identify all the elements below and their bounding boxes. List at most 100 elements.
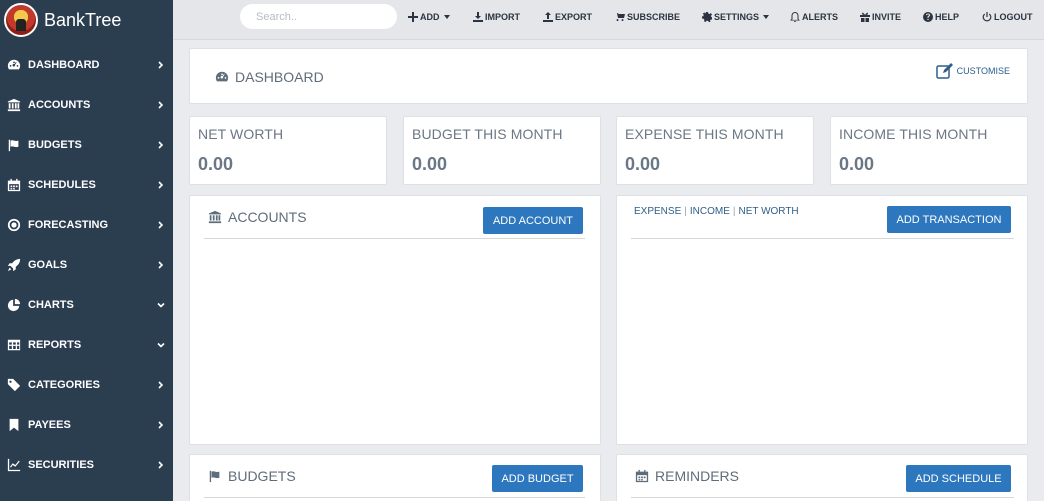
stat-label: NET WORTH xyxy=(198,126,284,142)
sidebar-item-payees[interactable]: PAYEES xyxy=(0,405,173,445)
transaction-tabs: EXPENSE | INCOME | NET WORTH xyxy=(634,206,799,217)
sidebar-item-securities[interactable]: SECURITIES xyxy=(0,445,173,485)
divider xyxy=(204,238,585,239)
invite-label: INVITE xyxy=(872,12,902,22)
sidebar-item-label: FORECASTING xyxy=(28,219,109,231)
banktree-logo-icon xyxy=(4,3,38,37)
customise-button[interactable]: CUSTOMISE xyxy=(935,63,1010,79)
download-icon xyxy=(473,12,483,22)
page-title-text: DASHBOARD xyxy=(235,69,324,85)
sidebar-item-label: CHARTS xyxy=(28,299,74,311)
target-icon xyxy=(6,218,22,232)
add-button[interactable]: ADD xyxy=(408,12,450,22)
divider xyxy=(204,497,585,498)
flag-icon xyxy=(209,470,220,483)
bank-icon xyxy=(6,98,22,112)
sidebar: BankTree DASHBOARD ACCOUNTS BUDGETS SCHE… xyxy=(0,0,173,501)
settings-label: SETTINGS xyxy=(714,12,760,22)
sidebar-item-goals[interactable]: GOALS xyxy=(0,245,173,285)
export-button[interactable]: EXPORT xyxy=(543,12,592,22)
sidebar-item-reports[interactable]: REPORTS xyxy=(0,325,173,365)
sidebar-item-categories[interactable]: CATEGORIES xyxy=(0,365,173,405)
reminders-title-text: REMINDERS xyxy=(655,468,740,484)
sidebar-item-label: SECURITIES xyxy=(28,459,95,471)
sidebar-item-accounts[interactable]: ACCOUNTS xyxy=(0,85,173,125)
stat-card-expense-this-month: EXPENSE THIS MONTH 0.00 xyxy=(616,116,814,185)
rocket-icon xyxy=(6,258,22,272)
subscribe-button[interactable]: SUBSCRIBE xyxy=(615,12,680,22)
invite-button[interactable]: INVITE xyxy=(860,12,901,22)
question-circle-icon xyxy=(923,12,933,22)
settings-button[interactable]: SETTINGS xyxy=(702,12,770,22)
chevron-right-icon xyxy=(149,461,173,469)
sidebar-item-label: GOALS xyxy=(28,259,68,271)
chevron-right-icon xyxy=(149,181,173,189)
brand[interactable]: BankTree xyxy=(0,0,173,40)
chevron-down-icon xyxy=(149,301,173,309)
calendar-icon xyxy=(635,469,649,483)
sidebar-item-charts[interactable]: CHARTS xyxy=(0,285,173,325)
brand-name: BankTree xyxy=(44,9,122,30)
search-input[interactable] xyxy=(240,4,397,29)
sidebar-item-label: REPORTS xyxy=(28,339,82,351)
sidebar-item-budgets[interactable]: BUDGETS xyxy=(0,125,173,165)
dashboard-icon xyxy=(6,58,22,72)
logout-button[interactable]: LOGOUT xyxy=(982,12,1033,22)
line-chart-icon xyxy=(6,458,22,472)
stat-label: INCOME THIS MONTH xyxy=(839,126,988,142)
plus-icon xyxy=(408,12,418,22)
add-account-button[interactable]: ADD ACCOUNT xyxy=(483,207,583,234)
flag-icon xyxy=(6,138,22,152)
tab-separator: | xyxy=(684,206,687,217)
top-bar: ADD IMPORT EXPORT SUBSCRIBE SETTINGS ALE… xyxy=(173,0,1044,40)
sidebar-item-label: DASHBOARD xyxy=(28,59,100,71)
import-button[interactable]: IMPORT xyxy=(473,12,520,22)
add-schedule-button[interactable]: ADD SCHEDULE xyxy=(906,465,1011,492)
tab-net-worth[interactable]: NET WORTH xyxy=(738,206,798,217)
shopping-cart-icon xyxy=(615,13,625,22)
tab-expense[interactable]: EXPENSE xyxy=(634,206,681,217)
stat-value: 0.00 xyxy=(625,154,661,174)
import-label: IMPORT xyxy=(485,12,520,22)
divider xyxy=(631,238,1014,239)
add-transaction-button[interactable]: ADD TRANSACTION xyxy=(887,206,1011,233)
help-button[interactable]: HELP xyxy=(923,12,959,22)
accounts-title: ACCOUNTS xyxy=(207,209,307,225)
sidebar-item-forecasting[interactable]: FORECASTING xyxy=(0,205,173,245)
dashboard-icon xyxy=(215,71,229,82)
stat-value: 0.00 xyxy=(412,154,448,174)
stat-card-net-worth: NET WORTH 0.00 xyxy=(189,116,387,185)
bookmark-icon xyxy=(6,418,22,432)
table-icon xyxy=(6,338,22,352)
stat-value: 0.00 xyxy=(839,154,875,174)
customise-label: CUSTOMISE xyxy=(956,66,1010,76)
edit-icon xyxy=(935,63,953,79)
stat-card-income-this-month: INCOME THIS MONTH 0.00 xyxy=(830,116,1028,185)
dashboard-header-panel: DASHBOARD CUSTOMISE xyxy=(189,48,1028,104)
caret-down-icon xyxy=(443,15,450,19)
tab-income[interactable]: INCOME xyxy=(690,206,730,217)
page-title: DASHBOARD xyxy=(214,69,324,85)
add-budget-button[interactable]: ADD BUDGET xyxy=(492,465,583,492)
bank-icon xyxy=(208,210,222,224)
gear-icon xyxy=(702,12,712,22)
reminders-panel: REMINDERS ADD SCHEDULE xyxy=(616,454,1028,501)
chevron-right-icon xyxy=(149,221,173,229)
chevron-right-icon xyxy=(149,261,173,269)
chevron-right-icon xyxy=(149,381,173,389)
sidebar-item-dashboard[interactable]: DASHBOARD xyxy=(0,45,173,85)
budgets-title-text: BUDGETS xyxy=(228,468,296,484)
sidebar-item-label: CATEGORIES xyxy=(28,379,100,391)
stat-value: 0.00 xyxy=(198,154,234,174)
accounts-title-text: ACCOUNTS xyxy=(228,209,307,225)
logout-label: LOGOUT xyxy=(994,12,1033,22)
sidebar-item-label: PAYEES xyxy=(28,419,71,431)
accounts-panel: ACCOUNTS ADD ACCOUNT xyxy=(189,195,601,445)
calendar-icon xyxy=(6,178,22,192)
alerts-button[interactable]: ALERTS xyxy=(790,12,838,22)
sidebar-item-schedules[interactable]: SCHEDULES xyxy=(0,165,173,205)
caret-down-icon xyxy=(763,15,770,19)
subscribe-label: SUBSCRIBE xyxy=(627,12,681,22)
alerts-label: ALERTS xyxy=(802,12,838,22)
reminders-title: REMINDERS xyxy=(634,468,739,484)
